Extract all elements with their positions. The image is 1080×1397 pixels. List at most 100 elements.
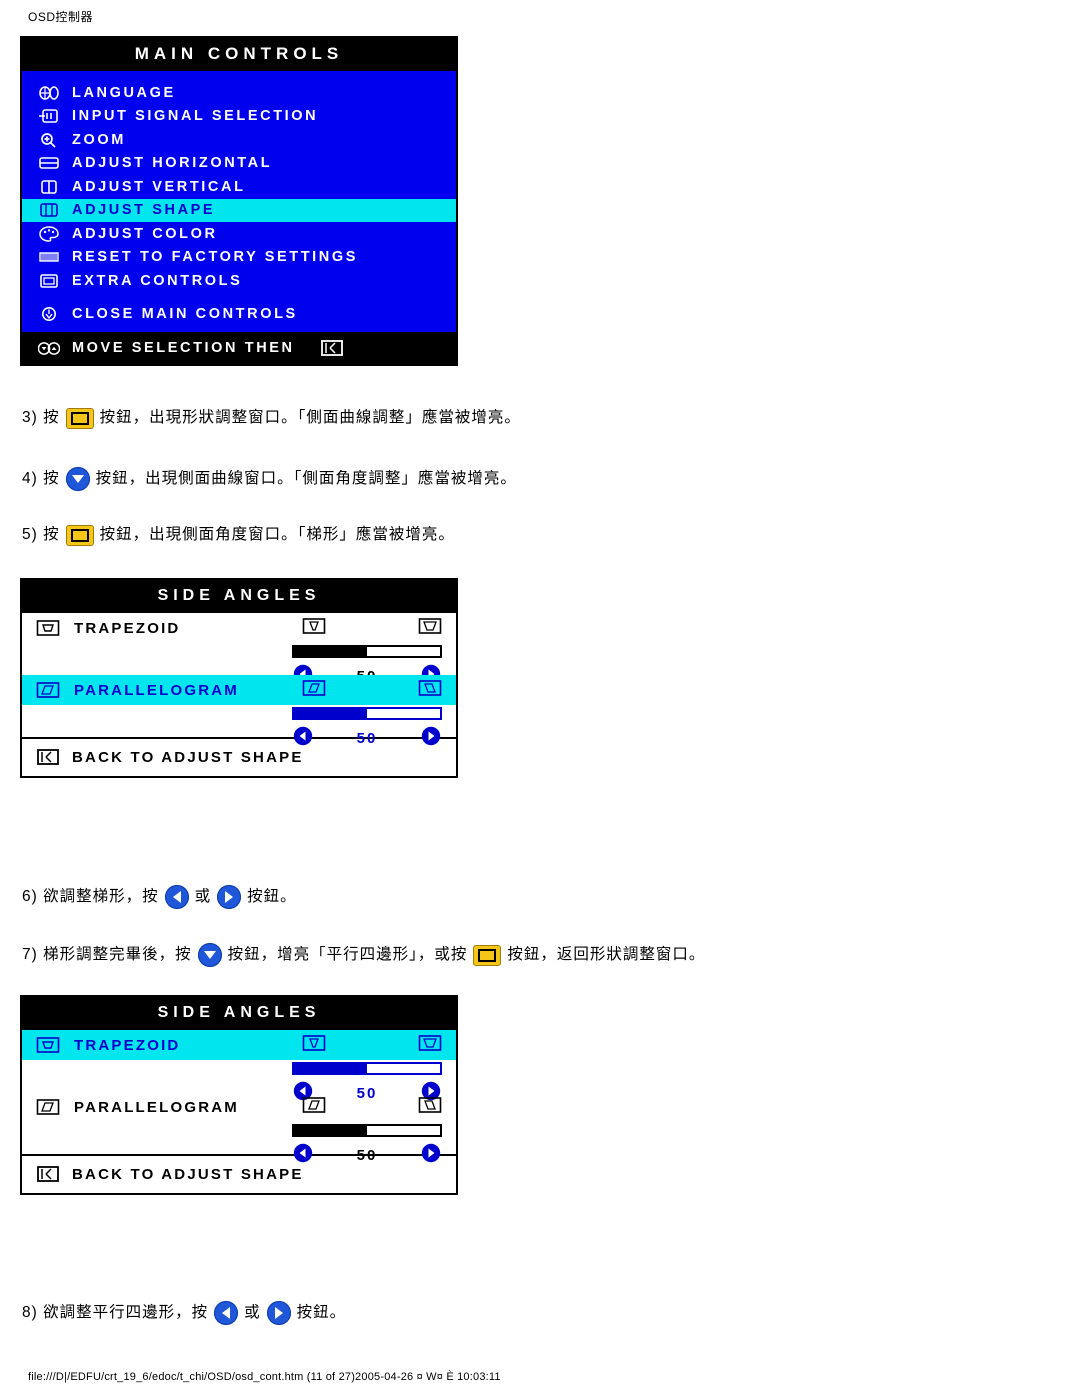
- parallelogram-slider-track[interactable]: [292, 1124, 442, 1137]
- osd-item-adjust-color[interactable]: ADJUST COLOR: [22, 222, 456, 246]
- side-angles-item-trapezoid[interactable]: TRAPEZOID: [22, 613, 456, 685]
- trapezoid-slider[interactable]: 50: [22, 643, 456, 685]
- vertical-icon: [36, 178, 62, 196]
- shape-icon: [36, 201, 62, 219]
- step-5-text-a: 5) 按: [22, 526, 60, 544]
- item-label: TRAPEZOID: [74, 1036, 181, 1054]
- trapezoid-icon: [36, 619, 62, 637]
- down-arrow-button-icon[interactable]: [65, 467, 90, 491]
- left-arrow-button-icon[interactable]: [164, 885, 189, 909]
- step-7-text-a: 7) 梯形調整完畢後，按: [22, 945, 192, 963]
- osd-item-adjust-horizontal[interactable]: ADJUST HORIZONTAL: [22, 152, 456, 176]
- osd-side-angles-2: SIDE ANGLES TRAPEZOID 50 PARALLELOGRAM 5…: [20, 995, 458, 1195]
- step-6-text-c: 按鈕。: [247, 887, 297, 905]
- osd-item-label: ADJUST SHAPE: [72, 202, 216, 219]
- osd-item-label: ADJUST VERTICAL: [72, 178, 246, 195]
- osd-title: SIDE ANGLES: [22, 580, 456, 613]
- parallelogram-controls: 50: [292, 1142, 442, 1169]
- parallelogram-slider-fill: [294, 709, 367, 718]
- parallelogram-left-lean-icon: [302, 1096, 326, 1118]
- input-signal-icon: [36, 107, 62, 125]
- item-label-row[interactable]: TRAPEZOID: [22, 1030, 456, 1060]
- step-6-text-b: 或: [194, 887, 212, 905]
- osd-title: MAIN CONTROLS: [22, 38, 456, 71]
- page-footer: file:///D|/EDFU/crt_19_6/edoc/t_chi/OSD/…: [28, 1371, 501, 1383]
- side-angles-item-trapezoid[interactable]: TRAPEZOID: [22, 1030, 456, 1102]
- osd-title: SIDE ANGLES: [22, 997, 456, 1030]
- osd-item-label: RESET TO FACTORY SETTINGS: [72, 249, 359, 266]
- right-arrow-button-icon[interactable]: [420, 725, 442, 752]
- trapezoid-wide-top-icon: [418, 1034, 442, 1056]
- item-label-row[interactable]: TRAPEZOID: [22, 613, 456, 643]
- parallelogram-icon: [36, 681, 62, 699]
- ok-button-icon[interactable]: [65, 408, 94, 429]
- osd-item-label: CLOSE MAIN CONTROLS: [72, 306, 298, 323]
- trapezoid-slider[interactable]: 50: [22, 1060, 456, 1102]
- osd-item-adjust-shape[interactable]: ADJUST SHAPE: [22, 198, 456, 222]
- osd-main-controls: MAIN CONTROLS LANGUAGE INPUT SIGNAL SELE…: [20, 36, 458, 366]
- osd-item-language[interactable]: LANGUAGE: [22, 81, 456, 105]
- side-angles-item-parallelogram[interactable]: PARALLELOGRAM 50: [22, 1092, 456, 1164]
- side-angles-item-parallelogram[interactable]: PARALLELOGRAM 50: [22, 675, 456, 747]
- footer-label: BACK TO ADJUST SHAPE: [72, 1165, 304, 1183]
- osd-footer-label: MOVE SELECTION THEN: [72, 340, 295, 356]
- parallelogram-endpoint-icons: [302, 1096, 442, 1118]
- item-label-row[interactable]: PARALLELOGRAM: [22, 675, 456, 705]
- osd-item-reset-to-factory-settings[interactable]: RESET TO FACTORY SETTINGS: [22, 246, 456, 270]
- palette-icon: [36, 225, 62, 243]
- extra-controls-icon: [36, 272, 62, 290]
- item-label: PARALLELOGRAM: [74, 1098, 239, 1116]
- step-6-text-a: 6) 欲調整梯形，按: [22, 887, 159, 905]
- horizontal-icon: [36, 154, 62, 172]
- parallelogram-slider-track[interactable]: [292, 707, 442, 720]
- right-arrow-button-icon[interactable]: [420, 1142, 442, 1169]
- down-arrow-button-icon[interactable]: [197, 943, 222, 967]
- osd-item-input-signal-selection[interactable]: INPUT SIGNAL SELECTION: [22, 105, 456, 129]
- step-8-text-b: 或: [244, 1303, 261, 1321]
- trapezoid-endpoint-icons: [302, 617, 442, 639]
- parallelogram-right-lean-icon: [418, 679, 442, 701]
- parallelogram-controls: 50: [292, 725, 442, 752]
- ok-button-icon[interactable]: [65, 525, 94, 546]
- ok-button-icon[interactable]: [473, 944, 502, 966]
- ok-button-icon: [319, 339, 345, 357]
- osd-item-label: INPUT SIGNAL SELECTION: [72, 108, 319, 125]
- step-5: 5) 按 按鈕，出現側面角度窗口。「梯形」應當被增亮。: [22, 525, 455, 546]
- step-4-text-b: 按鈕，出現側面曲線窗口。「側面角度調整」應當被增亮。: [95, 469, 517, 487]
- parallelogram-slider[interactable]: 50: [22, 705, 456, 747]
- osd-side-angles-1: SIDE ANGLES TRAPEZOID PARALLELOGRAM 50 B…: [20, 578, 458, 778]
- trapezoid-slider-track[interactable]: [292, 1062, 442, 1075]
- parallelogram-endpoint-icons: [302, 679, 442, 701]
- left-arrow-button-icon[interactable]: [292, 725, 314, 752]
- footer-label: BACK TO ADJUST SHAPE: [72, 748, 304, 766]
- parallelogram-icon: [36, 1098, 62, 1116]
- osd-item-list: TRAPEZOID: [22, 1030, 456, 1164]
- page-header: OSD控制器: [28, 10, 94, 24]
- osd-item-adjust-vertical[interactable]: ADJUST VERTICAL: [22, 175, 456, 199]
- step-8-text-a: 8) 欲調整平行四邊形，按: [22, 1303, 209, 1321]
- left-arrow-button-icon[interactable]: [214, 1301, 239, 1325]
- trapezoid-icon: [36, 1036, 62, 1054]
- osd-footer-hint: MOVE SELECTION THEN: [22, 332, 456, 364]
- step-6: 6) 欲調整梯形，按 或 按鈕。: [22, 885, 297, 909]
- parallelogram-slider[interactable]: 50: [22, 1122, 456, 1164]
- step-3: 3) 按 按鈕，出現形狀調整窗口。「側面曲線調整」應當被增亮。: [22, 408, 521, 429]
- osd-item-close-main-controls[interactable]: CLOSE MAIN CONTROLS: [22, 303, 456, 327]
- trapezoid-endpoint-icons: [302, 1034, 442, 1056]
- left-arrow-button-icon[interactable]: [292, 1142, 314, 1169]
- move-down-icon: [36, 339, 62, 357]
- parallelogram-value: 50: [356, 730, 378, 747]
- trapezoid-slider-fill: [294, 647, 367, 656]
- step-4-text-a: 4) 按: [22, 469, 60, 487]
- parallelogram-value: 50: [356, 1147, 378, 1164]
- item-label-row[interactable]: PARALLELOGRAM: [22, 1092, 456, 1122]
- osd-item-zoom[interactable]: ZOOM: [22, 128, 456, 152]
- trapezoid-slider-track[interactable]: [292, 645, 442, 658]
- document-page: OSD控制器 MAIN CONTROLS LANGUAGE INPUT SIGN…: [0, 0, 1080, 1397]
- osd-item-extra-controls[interactable]: EXTRA CONTROLS: [22, 269, 456, 293]
- step-7-text-c: 按鈕，返回形狀調整窗口。: [507, 945, 706, 963]
- right-arrow-button-icon[interactable]: [217, 885, 242, 909]
- right-arrow-button-icon[interactable]: [266, 1301, 291, 1325]
- ok-button-icon: [36, 1165, 60, 1183]
